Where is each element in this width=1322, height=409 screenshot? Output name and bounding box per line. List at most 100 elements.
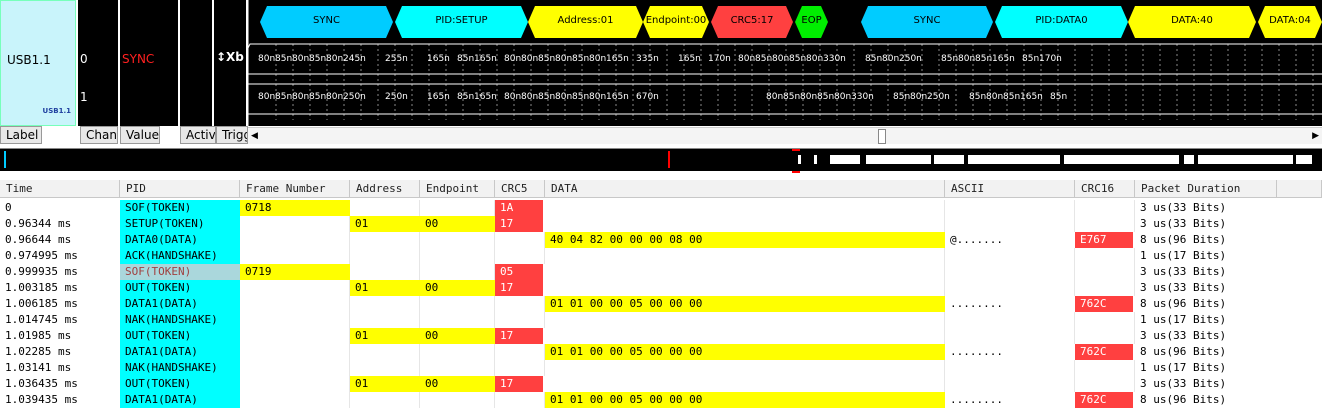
col-pid-cell: NAK(HANDSHAKE) [120, 312, 240, 328]
col-data-cell [545, 312, 945, 328]
timing-label: 80n [292, 92, 310, 102]
timing-label: 80n [521, 54, 539, 64]
table-row[interactable]: 1.014745 ms NAK(HANDSHAKE) 1 us(17 Bits) [0, 312, 1322, 328]
col-frame-cell [240, 392, 350, 408]
col-pid-cell: DATA0(DATA) [120, 232, 240, 248]
decode-label-text: SYNC [313, 15, 340, 26]
bus-label-panel[interactable]: USB1.1 USB1.1 [0, 0, 76, 126]
col-crc16-cell [1075, 216, 1135, 232]
overview-view-bottom [792, 171, 800, 173]
table-row[interactable]: 0.999935 ms SOF(TOKEN) 0719 05 3 us(33 Bits) [0, 264, 1322, 280]
col-data-cell [545, 200, 945, 216]
col-crc5-header[interactable]: CRC5 [495, 180, 545, 198]
bus-name: USB1.1 [7, 53, 51, 67]
timing-label: 85n [572, 92, 590, 102]
decode-segment-label[interactable]: PID:DATA0 [995, 6, 1128, 38]
table-row[interactable]: 0.96344 ms SETUP(TOKEN) 01 00 17 3 us(33 Bits… [0, 216, 1322, 232]
table-row[interactable]: 0.96644 ms DATA0(DATA) 40 04 82 00 00 00 0… [0, 232, 1322, 248]
timing-label: 85n [817, 92, 835, 102]
channel-column: 0 1 [78, 0, 118, 126]
table-row[interactable]: 1.01985 ms OUT(TOKEN) 01 00 17 3 us(33 Bits) [0, 328, 1322, 344]
col-data-cell [545, 216, 945, 232]
label-header-button[interactable]: Label [0, 126, 42, 144]
scroll-right-arrow-icon[interactable]: ▶ [1312, 131, 1319, 141]
table-row[interactable]: 1.039435 ms DATA1(DATA) 01 01 00 00 05 00 … [0, 392, 1322, 408]
table-row[interactable]: 1.003185 ms OUT(TOKEN) 01 00 17 3 us(33 Bits) [0, 280, 1322, 296]
waveform-area[interactable]: SYNC PID:SETUP Address:01 Endpoint:00 CRC5:1… [248, 0, 1322, 126]
timing-label: 80n [326, 92, 344, 102]
decode-segment-label[interactable]: SYNC [260, 6, 393, 38]
timing-label: 80n [910, 92, 928, 102]
col-ascii-header[interactable]: ASCII [945, 180, 1075, 198]
overview-cursor-marker[interactable] [668, 151, 670, 168]
col-frame-cell [240, 248, 350, 264]
timing-label: 165n [474, 92, 497, 102]
col-frame-cell [240, 328, 350, 344]
col-duration-cell: 1 us(17 Bits) [1140, 313, 1227, 326]
col-address-cell [350, 392, 420, 408]
col-pid-header[interactable]: PID [120, 180, 240, 198]
timing-label: 85n [1022, 54, 1040, 64]
timing-label: 165n [992, 54, 1015, 64]
overview-activity [798, 155, 801, 164]
col-duration-cell: 3 us(33 Bits) [1140, 281, 1227, 294]
col-address-header[interactable]: Address [350, 180, 420, 198]
decode-segment-label[interactable]: SYNC [861, 6, 993, 38]
col-data-cell [545, 264, 945, 280]
timing-label: 85n [309, 92, 327, 102]
channel-0-value: SYNC [122, 52, 155, 66]
activity-header-button[interactable]: Activity [180, 126, 216, 144]
col-crc16-cell [1075, 264, 1135, 280]
value-header-button[interactable]: Value [120, 126, 160, 144]
scroll-thumb[interactable] [878, 129, 886, 144]
decode-label-text: PID:SETUP [435, 15, 488, 26]
decode-segment-label[interactable]: Address:01 [528, 6, 643, 38]
decode-label-text: PID:DATA0 [1035, 15, 1088, 26]
timing-label: 85n [1050, 92, 1068, 102]
waveform-horizontal-scrollbar[interactable]: ◀ ▶ [248, 127, 1322, 144]
timing-label: 80n [882, 54, 900, 64]
col-crc5-cell [495, 296, 545, 312]
timing-label: 85n [969, 92, 987, 102]
scroll-left-arrow-icon[interactable]: ◀ [251, 131, 258, 141]
col-duration-header[interactable]: Packet Duration [1135, 180, 1277, 198]
decode-segment-label[interactable]: DATA:40 [1128, 6, 1256, 38]
col-ascii-cell: ........ [950, 297, 1003, 310]
col-crc16-cell: 762C [1075, 392, 1133, 408]
timing-label: 85n [755, 54, 773, 64]
trigger-header-button[interactable]: Trigger [216, 126, 248, 144]
timing-label: 80n [806, 54, 824, 64]
col-time-header[interactable]: Time [0, 180, 120, 198]
timing-label: 330n [851, 92, 874, 102]
col-time-cell: 0.974995 ms [5, 249, 78, 262]
value-column: SYNC [120, 0, 178, 126]
table-row[interactable]: 1.036435 ms OUT(TOKEN) 01 00 17 3 us(33 Bits) [0, 376, 1322, 392]
col-filler-header [1277, 180, 1322, 198]
col-pid-cell: NAK(HANDSHAKE) [120, 360, 240, 376]
overview-bar[interactable] [0, 148, 1322, 173]
table-row[interactable]: 1.03141 ms NAK(HANDSHAKE) 1 us(17 Bits) [0, 360, 1322, 376]
overview-start-marker [4, 151, 6, 168]
table-row[interactable]: 1.02285 ms DATA1(DATA) 01 01 00 00 05 00 0… [0, 344, 1322, 360]
table-row[interactable]: 1.006185 ms DATA1(DATA) 01 01 00 00 05 00 … [0, 296, 1322, 312]
timing-label: 80n [986, 92, 1004, 102]
col-crc16-cell [1075, 328, 1135, 344]
decode-segment-label[interactable]: CRC5:17 [711, 6, 793, 38]
col-time-cell: 0.96644 ms [5, 233, 72, 246]
overview-activity [1184, 155, 1194, 164]
xb-trigger-label[interactable]: ↕Xb [216, 50, 244, 64]
decode-segment-label[interactable]: EOP [795, 6, 828, 38]
table-row[interactable]: 0 SOF(TOKEN) 0718 1A 3 us(33 Bits) [0, 200, 1322, 216]
timing-label: 255n [385, 54, 408, 64]
col-endpoint-header[interactable]: Endpoint [420, 180, 495, 198]
col-crc16-header[interactable]: CRC16 [1075, 180, 1135, 198]
table-row[interactable]: 0.974995 ms ACK(HANDSHAKE) 1 us(17 Bits) [0, 248, 1322, 264]
col-duration-cell: 3 us(33 Bits) [1140, 201, 1227, 214]
timing-label: 165n [606, 54, 629, 64]
decode-segment-label[interactable]: Endpoint:00 [643, 6, 709, 38]
channel-header-button[interactable]: Channel [80, 126, 118, 144]
col-data-header[interactable]: DATA [545, 180, 945, 198]
col-frame-header[interactable]: Frame Number [240, 180, 350, 198]
decode-segment-label[interactable]: DATA:04 [1258, 6, 1322, 38]
decode-segment-label[interactable]: PID:SETUP [395, 6, 528, 38]
